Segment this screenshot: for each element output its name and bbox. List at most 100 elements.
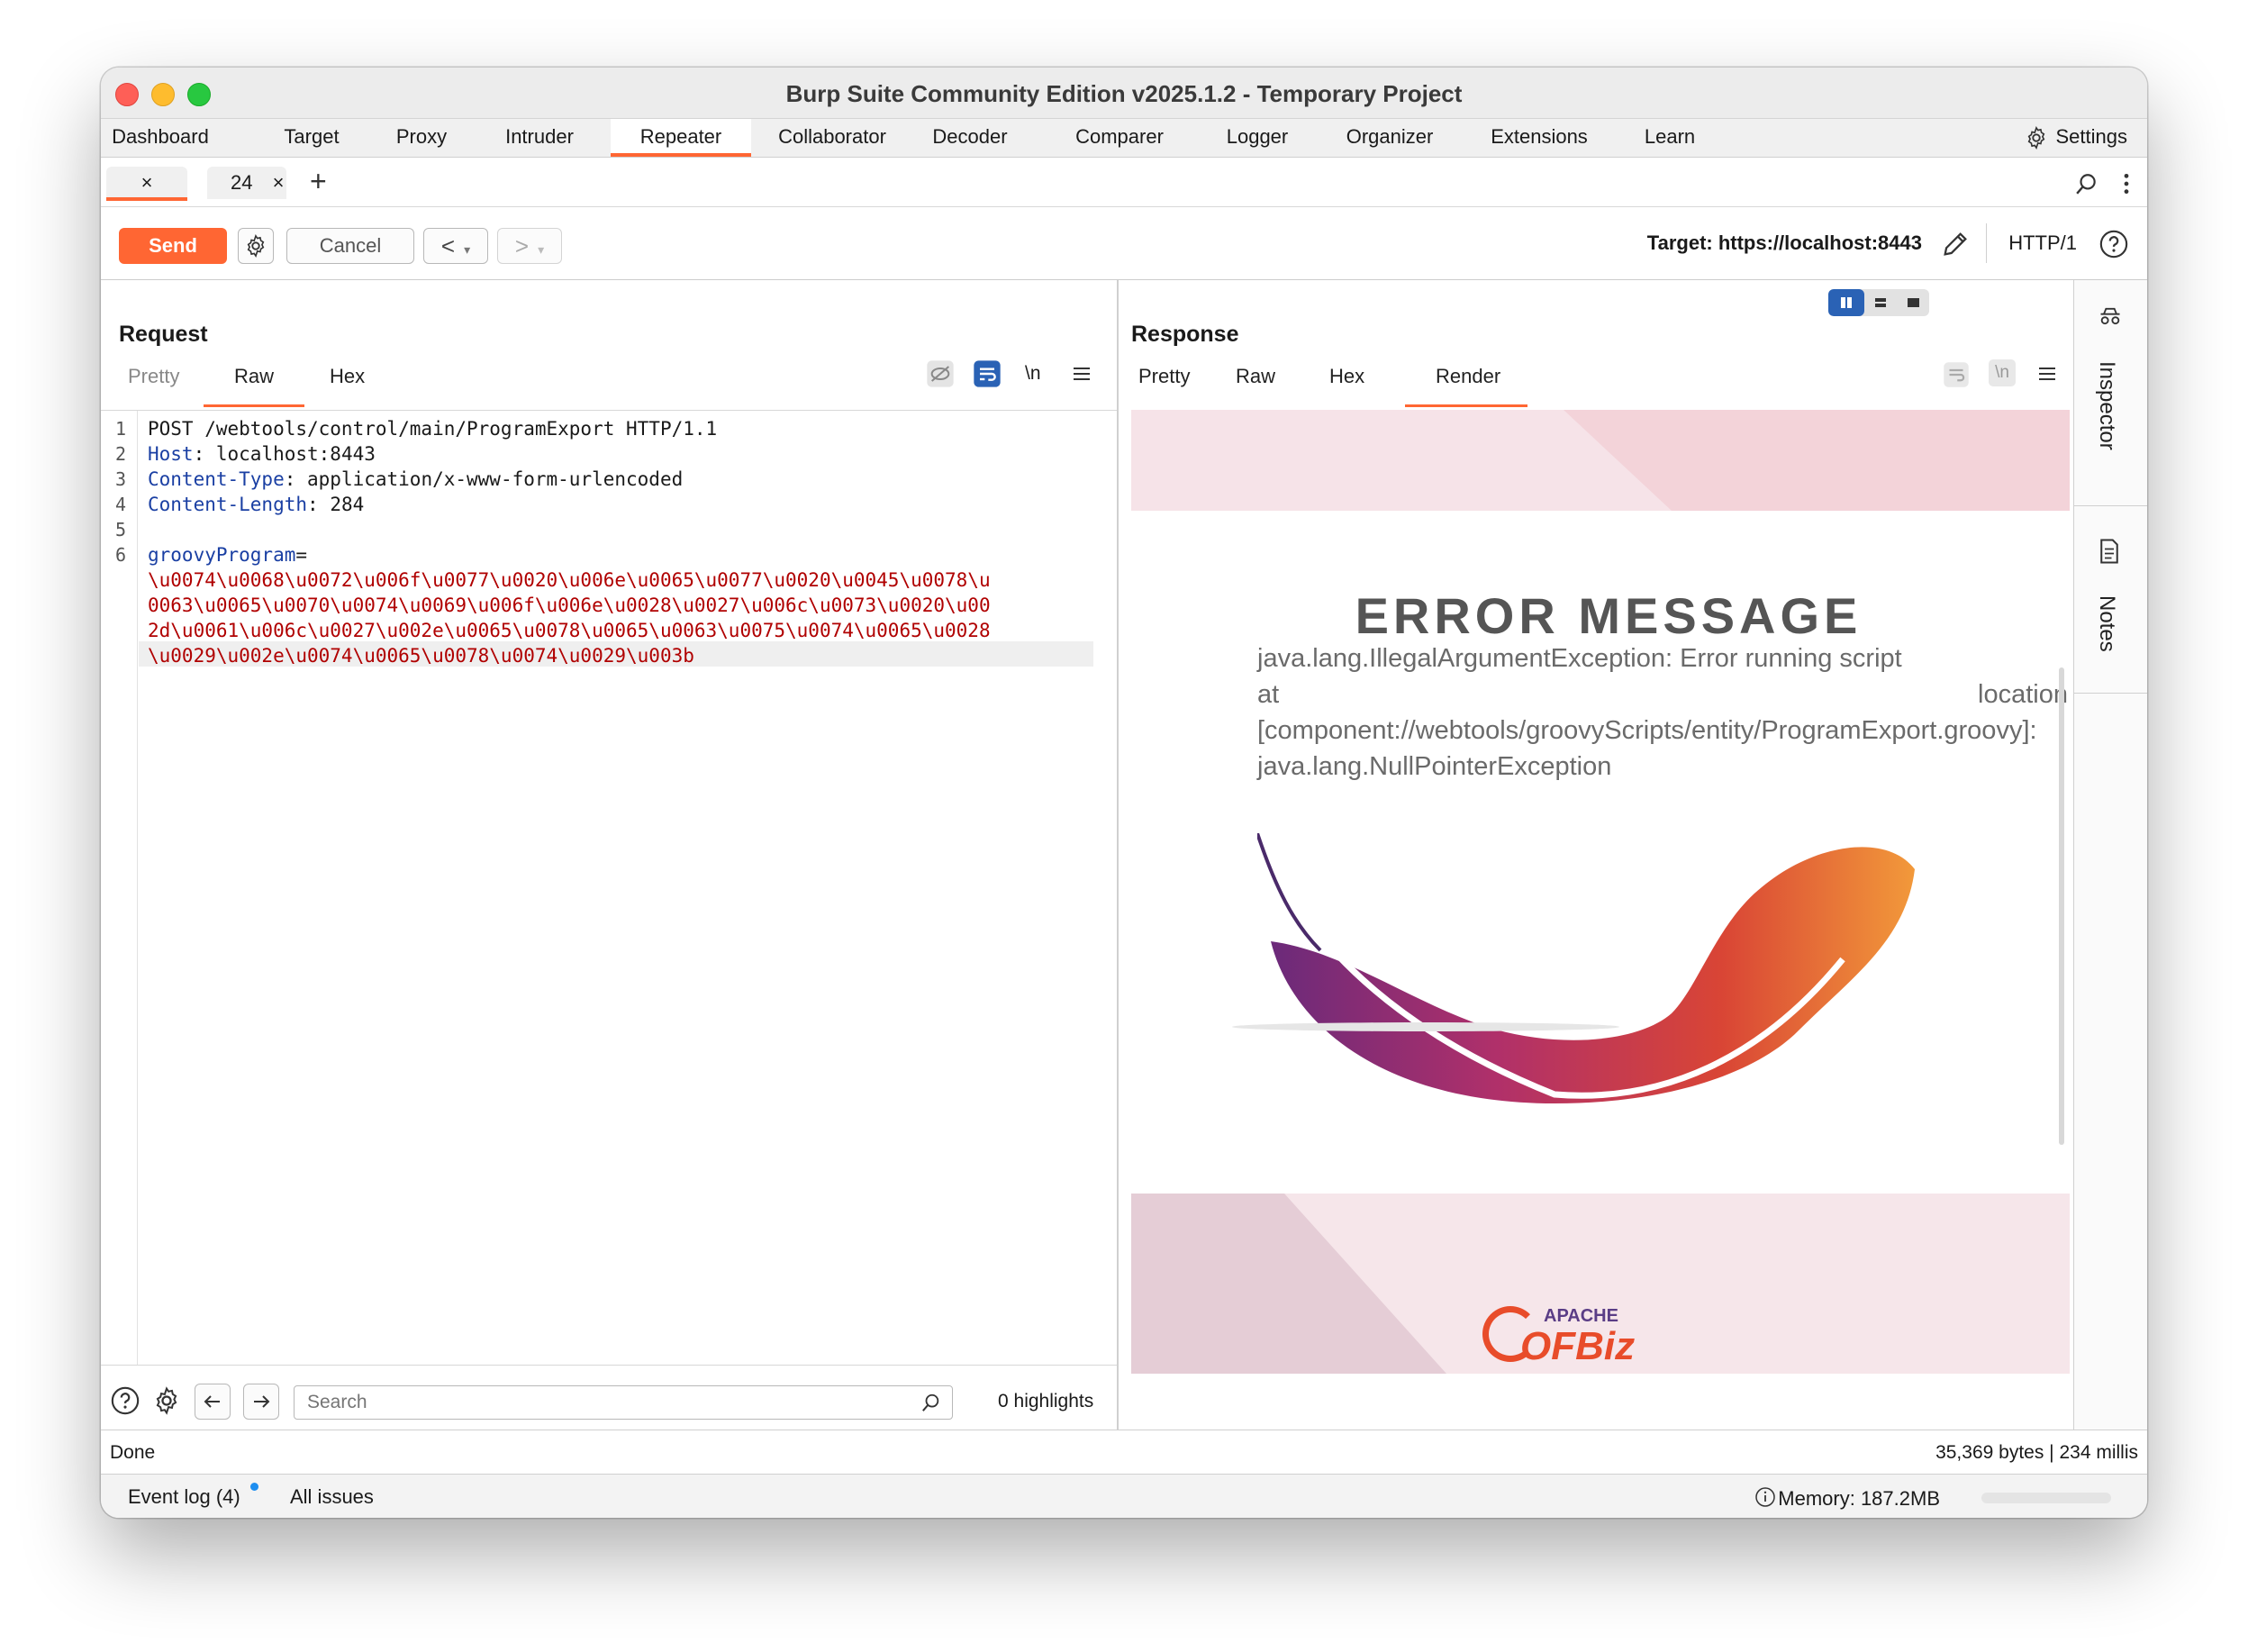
- inspector-tab[interactable]: Inspector: [2094, 361, 2119, 450]
- active-tab-indicator: [1405, 404, 1527, 407]
- response-pane: Response Pretty Raw Hex Render \n ERROR …: [1119, 280, 2071, 1430]
- line-number: 4: [115, 494, 127, 515]
- repeater-tab-1[interactable]: ×: [106, 167, 187, 201]
- wrap-lines-icon[interactable]: [1942, 361, 1971, 388]
- error-line: [component://webtools/groovyScripts/enti…: [1257, 716, 2037, 745]
- response-scrollbar[interactable]: [2059, 667, 2064, 1145]
- rows-layout-icon[interactable]: [1864, 289, 1897, 316]
- hide-nonprintable-icon[interactable]: [926, 359, 955, 388]
- sidebar-divider: [2074, 693, 2147, 694]
- memory-usage: Memory: 187.2MB: [1778, 1487, 1940, 1510]
- tab-learn[interactable]: Learn: [1639, 119, 1700, 157]
- response-tab-pretty[interactable]: Pretty: [1138, 365, 1190, 388]
- info-icon[interactable]: [1754, 1486, 1776, 1508]
- right-side-panel: Inspector Notes: [2073, 280, 2147, 1430]
- show-newlines-toggle[interactable]: \n: [1989, 359, 2016, 386]
- gear-icon: [2027, 126, 2044, 150]
- search-icon[interactable]: [2075, 172, 2098, 195]
- error-line: at location: [1257, 676, 2068, 713]
- event-log-link[interactable]: Event log (4): [128, 1485, 240, 1509]
- repeater-tab-24[interactable]: 24 ×: [207, 167, 286, 199]
- settings-label: Settings: [2055, 125, 2128, 148]
- param-value-line: 2d\u0061\u006c\u0027\u002e\u0065\u0078\u…: [148, 620, 991, 641]
- header-line-content-type: Content-Type: application/x-www-form-url…: [148, 468, 684, 490]
- show-newlines-toggle[interactable]: \n: [1025, 363, 1041, 385]
- close-icon[interactable]: ×: [273, 171, 285, 194]
- request-search-box: [294, 1385, 953, 1420]
- edit-target-icon[interactable]: [1940, 229, 1971, 259]
- tab-decoder[interactable]: Decoder: [926, 119, 1014, 157]
- history-back-button[interactable]: < ▾: [423, 228, 488, 264]
- all-issues-link[interactable]: All issues: [290, 1485, 374, 1509]
- line-number: 2: [115, 443, 127, 465]
- protocol-selector[interactable]: HTTP/1: [2008, 231, 2077, 255]
- help-icon[interactable]: [110, 1385, 140, 1416]
- body-param-line: groovyProgram=: [148, 542, 307, 567]
- rendered-response: ERROR MESSAGE java.lang.IllegalArgumentE…: [1131, 410, 2070, 1430]
- page-banner-top: [1131, 410, 2070, 511]
- tab-extensions[interactable]: Extensions: [1486, 119, 1592, 157]
- gear-icon[interactable]: [151, 1385, 182, 1416]
- chevron-left-icon: <: [440, 232, 456, 259]
- menu-icon[interactable]: [1072, 365, 1092, 383]
- tab-organizer[interactable]: Organizer: [1342, 119, 1437, 157]
- gear-icon: [247, 234, 265, 258]
- response-stats: 35,369 bytes | 234 millis: [1935, 1442, 2138, 1463]
- param-equals: =: [295, 544, 308, 566]
- side-by-side-layout-button[interactable]: [1828, 289, 1864, 316]
- response-tab-raw[interactable]: Raw: [1236, 365, 1275, 388]
- tabs-layout-icon[interactable]: [1897, 289, 1929, 316]
- tab-comparer[interactable]: Comparer: [1070, 119, 1169, 157]
- search-icon[interactable]: [921, 1393, 941, 1412]
- param-name: groovyProgram: [148, 544, 296, 566]
- settings-button[interactable]: Settings: [2024, 119, 2128, 157]
- close-icon[interactable]: ×: [141, 171, 153, 194]
- add-tab-button[interactable]: +: [310, 165, 327, 198]
- wrap-lines-icon[interactable]: [973, 359, 1002, 388]
- request-tab-pretty[interactable]: Pretty: [128, 365, 179, 388]
- request-title: Request: [119, 322, 208, 347]
- inspector-icon[interactable]: [2098, 305, 2123, 327]
- response-tab-render[interactable]: Render: [1436, 365, 1500, 388]
- next-match-button[interactable]: [243, 1384, 279, 1420]
- header-line-host: Host: localhost:8443: [148, 443, 376, 465]
- header-line-content-length: Content-Length: 284: [148, 494, 365, 515]
- request-tab-raw[interactable]: Raw: [234, 365, 274, 388]
- header-value: localhost:8443: [204, 443, 376, 465]
- request-line: POST /webtools/control/main/ProgramExpor…: [148, 418, 718, 440]
- tab-intruder[interactable]: Intruder: [499, 119, 580, 157]
- chevron-down-icon[interactable]: ▾: [464, 242, 470, 257]
- request-editor[interactable]: 1 2 3 4 5 6 POST /webtools/control/main/…: [101, 410, 1117, 1366]
- request-tab-hex[interactable]: Hex: [330, 365, 365, 388]
- send-button[interactable]: Send: [119, 228, 227, 264]
- tab-logger[interactable]: Logger: [1216, 119, 1299, 157]
- error-line: java.lang.IllegalArgumentException: Erro…: [1257, 644, 1902, 673]
- history-forward-button[interactable]: > ▾: [497, 228, 562, 264]
- menu-icon[interactable]: [2037, 365, 2057, 383]
- response-tab-hex[interactable]: Hex: [1329, 365, 1364, 388]
- header-name: Content-Length: [148, 494, 308, 515]
- tab-repeater[interactable]: Repeater: [611, 119, 751, 157]
- tab-target[interactable]: Target: [276, 119, 348, 157]
- line-number: 1: [115, 418, 127, 440]
- header-value: application/x-www-form-urlencoded: [295, 468, 684, 490]
- chevron-down-icon[interactable]: ▾: [538, 242, 544, 257]
- error-word: at: [1257, 680, 1280, 709]
- more-options-icon[interactable]: [2122, 172, 2131, 195]
- line-number: 3: [115, 468, 127, 490]
- layout-toggle: [1828, 289, 1929, 316]
- arrow-left-icon: [204, 1395, 220, 1408]
- search-input[interactable]: [305, 1386, 885, 1419]
- response-title: Response: [1131, 322, 1239, 347]
- status-text: Done: [110, 1442, 156, 1463]
- notes-icon[interactable]: [2098, 538, 2121, 565]
- notes-tab[interactable]: Notes: [2094, 595, 2119, 652]
- tab-collaborator[interactable]: Collaborator: [773, 119, 892, 157]
- previous-match-button[interactable]: [195, 1384, 231, 1420]
- help-icon[interactable]: [2098, 229, 2129, 259]
- cancel-button[interactable]: Cancel: [286, 228, 414, 264]
- request-settings-button[interactable]: [238, 228, 274, 264]
- tab-dashboard[interactable]: Dashboard: [112, 119, 209, 157]
- tab-proxy[interactable]: Proxy: [385, 119, 458, 157]
- burp-window: Burp Suite Community Edition v2025.1.2 -…: [101, 68, 2147, 1518]
